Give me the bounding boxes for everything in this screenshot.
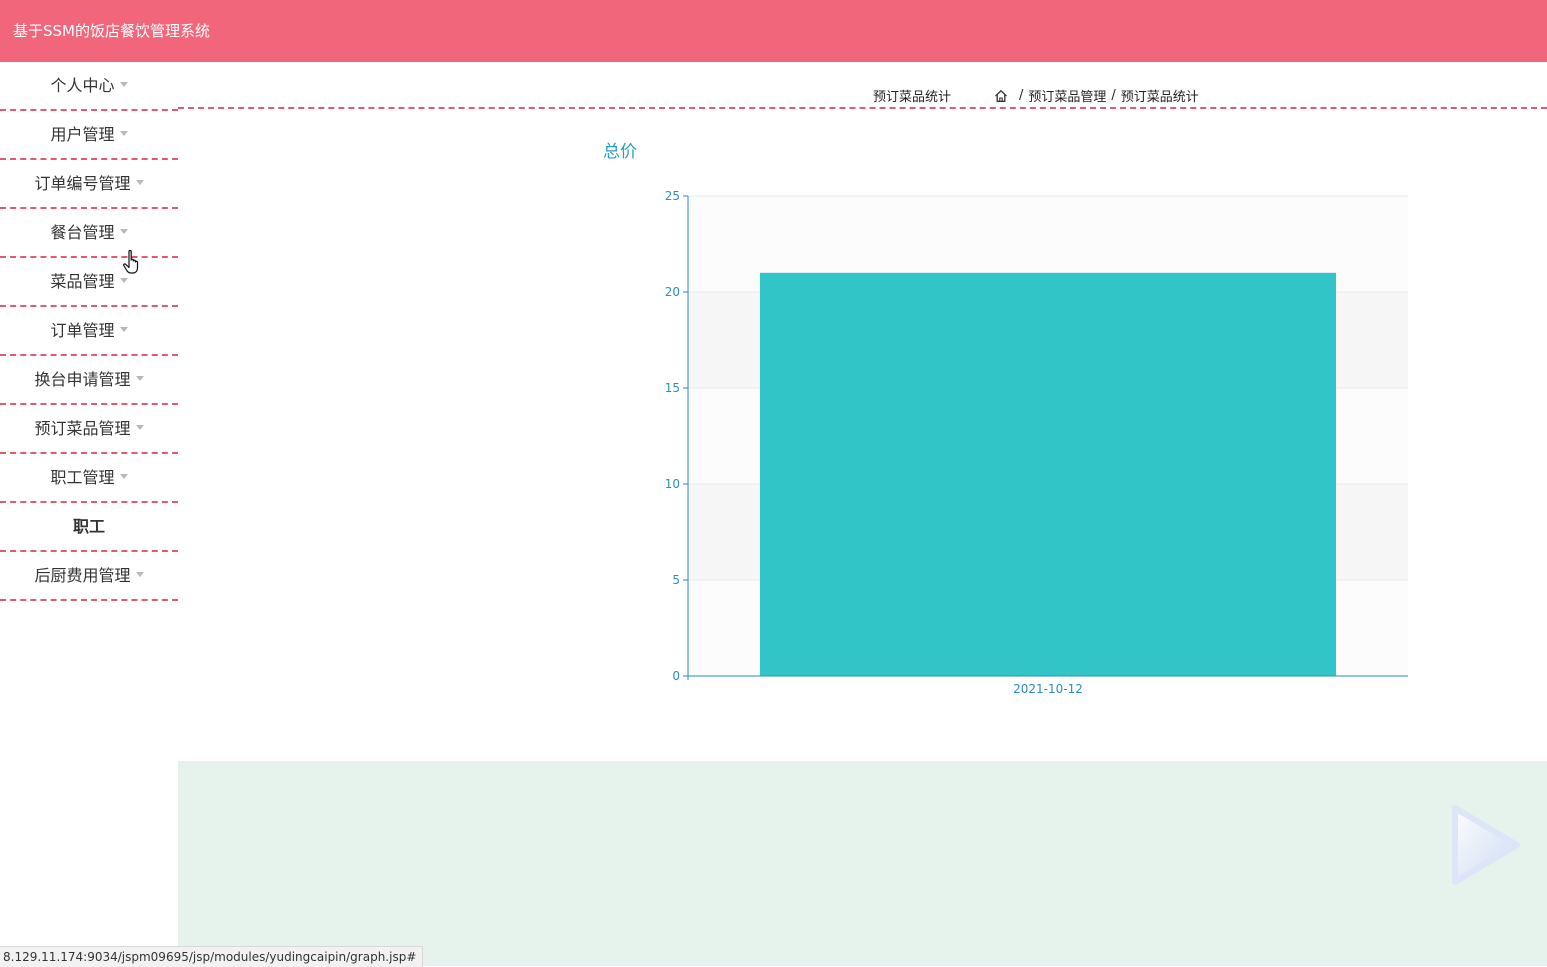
sidebar-item-label: 订单管理 — [50, 321, 115, 340]
breadcrumb: / 预订菜品管理 / 预订菜品统计 — [994, 86, 1199, 105]
play-icon — [1452, 805, 1520, 885]
sidebar-item[interactable]: 订单管理 — [0, 307, 178, 356]
top-bar: 基于SSM的饭店餐饮管理系统 — [0, 0, 1547, 62]
caret-down-icon — [135, 376, 144, 381]
sidebar-item[interactable]: 职工 — [0, 503, 178, 552]
x-tick-label: 2021-10-12 — [1013, 682, 1083, 696]
sidebar-item[interactable]: 换台申请管理 — [0, 356, 178, 405]
y-tick-label: 10 — [665, 477, 680, 491]
y-tick-label: 25 — [665, 189, 680, 203]
sidebar-item-label: 预订菜品管理 — [34, 419, 131, 438]
caret-down-icon — [135, 425, 144, 430]
caret-down-icon — [119, 229, 128, 234]
sidebar-item-label: 职工 — [72, 517, 105, 536]
y-tick-label: 0 — [672, 669, 680, 683]
sidebar-item-label: 餐台管理 — [50, 223, 115, 242]
y-tick-label: 20 — [665, 285, 680, 299]
header-divider — [178, 107, 1547, 109]
sidebar-item[interactable]: 餐台管理 — [0, 209, 178, 258]
caret-down-icon — [119, 131, 128, 136]
y-tick-label: 5 — [672, 573, 680, 587]
sidebar-item-label: 职工管理 — [50, 468, 115, 487]
bar — [760, 272, 1336, 676]
y-tick-label: 15 — [665, 381, 680, 395]
sidebar-item-label: 后厨费用管理 — [34, 566, 131, 585]
caret-down-icon — [135, 572, 144, 577]
sidebar-item[interactable]: 后厨费用管理 — [0, 552, 178, 601]
sidebar-item-label: 订单编号管理 — [34, 174, 131, 193]
sidebar-item-label: 用户管理 — [50, 125, 115, 144]
sidebar-item[interactable]: 订单编号管理 — [0, 160, 178, 209]
footer-area — [178, 761, 1547, 966]
hand-cursor-icon — [123, 249, 139, 274]
breadcrumb-separator: / — [1019, 88, 1024, 103]
page-title: 预订菜品统计 — [873, 90, 952, 105]
caret-down-icon — [119, 474, 128, 479]
sidebar-item-label: 菜品管理 — [50, 272, 115, 291]
caret-down-icon — [119, 278, 128, 283]
sidebar-item[interactable]: 预订菜品管理 — [0, 405, 178, 454]
sidebar-item-label: 个人中心 — [50, 76, 115, 95]
caret-down-icon — [135, 180, 144, 185]
chart-title: 总价 — [603, 142, 637, 162]
sidebar-item[interactable]: 用户管理 — [0, 111, 178, 160]
caret-down-icon — [119, 82, 128, 87]
breadcrumb-item-parent[interactable]: 预订菜品管理 — [1028, 86, 1106, 105]
sidebar-menu: 个人中心 用户管理 订单编号管理 餐台管理 菜品管理 订单管理 换台申请管理 预订菜品管理 职工… — [0, 62, 178, 601]
sidebar-item-label: 换台申请管理 — [34, 370, 131, 389]
breadcrumb-separator: / — [1111, 88, 1116, 103]
breadcrumb-item-current: 预订菜品统计 — [1120, 90, 1199, 105]
sidebar-item[interactable]: 职工管理 — [0, 454, 178, 503]
sidebar-item[interactable]: 菜品管理 — [0, 258, 178, 307]
sidebar-item[interactable]: 个人中心 — [0, 62, 178, 111]
status-bar-url: 8.129.11.174:9034/jspm09695/jsp/modules/… — [0, 946, 424, 967]
bar-chart: 0 5 10 15 20 25 2021-10-12 — [665, 189, 1408, 696]
app-title: 基于SSM的饭店餐饮管理系统 — [13, 22, 210, 40]
home-icon[interactable] — [994, 89, 1008, 103]
caret-down-icon — [119, 327, 128, 332]
